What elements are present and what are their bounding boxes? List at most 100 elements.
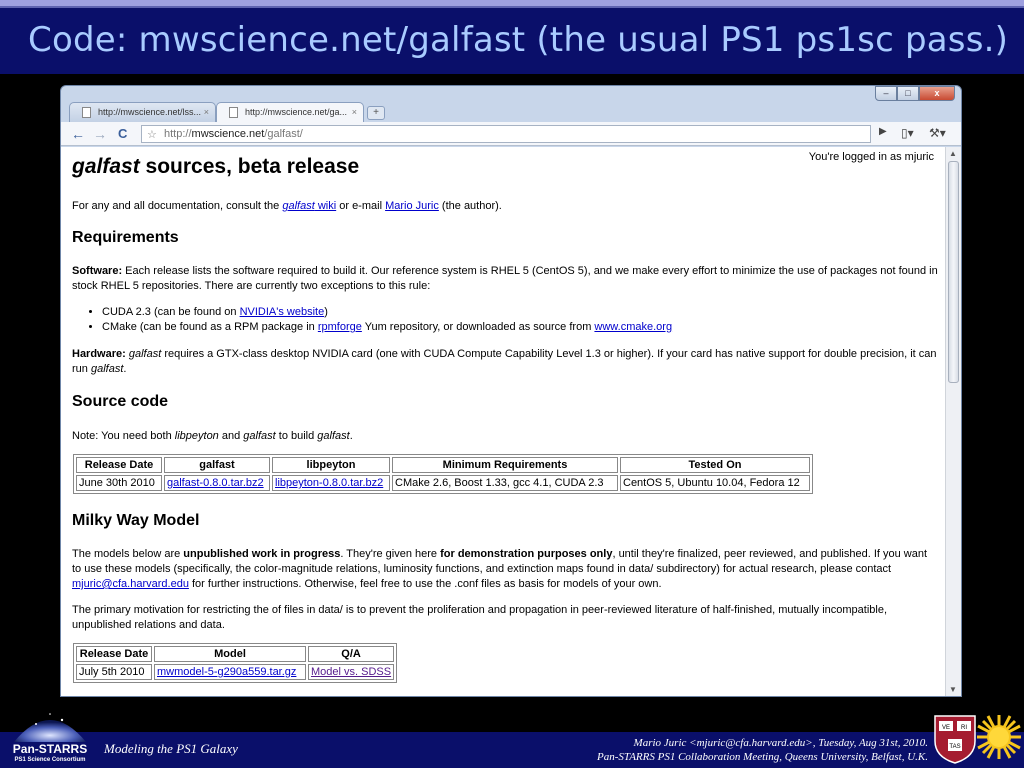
mw-bold: unpublished work in progress (183, 548, 341, 560)
vertical-scrollbar[interactable]: ▲ ▼ (945, 147, 961, 696)
cmake-text: CMake (can be found as a RPM package in (102, 321, 318, 333)
source-table: Release Date galfast libpeyton Minimum R… (73, 454, 813, 494)
column-header: Q/A (308, 646, 395, 662)
tab-galfast[interactable]: http://mwscience.net/ga... × (216, 102, 364, 123)
cuda-text-end: ) (324, 306, 328, 318)
window-controls: – □ x (875, 86, 955, 101)
tab-close-icon[interactable]: × (352, 107, 357, 117)
page-icon (82, 107, 91, 118)
hardware-text-end: . (123, 363, 127, 375)
harvard-shield-icon: VE RI TAS (934, 715, 976, 764)
shield-text: RI (961, 725, 967, 731)
release-date-cell: July 5th 2010 (76, 664, 152, 680)
minimize-button[interactable]: – (875, 86, 897, 101)
maximize-button[interactable]: □ (897, 86, 919, 101)
qa-cell: Model vs. SDSS (308, 664, 395, 680)
model-download-link[interactable]: mwmodel-5-g290a559.tar.gz (157, 666, 296, 678)
contact-email-link[interactable]: mjuric@cfa.harvard.edu (72, 578, 189, 590)
column-header: galfast (164, 457, 270, 473)
hardware-label: Hardware: (72, 348, 126, 360)
logged-in-status: You're logged in as mjuric (808, 151, 934, 163)
hardware-italic: galfast (90, 363, 124, 375)
note-text: to build (275, 430, 318, 442)
source-code-heading: Source code (72, 393, 169, 410)
back-arrow-icon[interactable]: ← (71, 126, 85, 142)
mw-bold: for demonstration purposes only (440, 548, 613, 560)
wiki-link-italic: galfast (282, 200, 315, 212)
page-title: galfast sources, beta release (72, 155, 359, 179)
hardware-text: requires a GTX-class desktop NVIDIA card… (72, 348, 937, 375)
table-row: June 30th 2010 galfast-0.8.0.tar.bz2 lib… (76, 475, 810, 491)
libpeyton-download-link[interactable]: libpeyton-0.8.0.tar.bz2 (275, 477, 383, 489)
tab-close-icon[interactable]: × (204, 107, 209, 117)
intro-paragraph: For any and all documentation, consult t… (72, 199, 938, 214)
page-title-italic: galfast (72, 155, 140, 178)
software-label: Software: (72, 265, 123, 277)
column-header: Minimum Requirements (392, 457, 618, 473)
tested-on-cell: CentOS 5, Ubuntu 10.04, Fedora 12 (620, 475, 810, 491)
cmake-org-link[interactable]: www.cmake.org (594, 321, 672, 333)
close-window-button[interactable]: x (919, 86, 955, 101)
sun-logo-icon (977, 715, 1021, 759)
address-bar[interactable]: ☆ http://mwscience.net/galfast/ (141, 125, 871, 143)
galfast-download-link[interactable]: galfast-0.8.0.tar.bz2 (167, 477, 264, 489)
galfast-download-cell: galfast-0.8.0.tar.bz2 (164, 475, 270, 491)
milky-way-heading: Milky Way Model (72, 512, 200, 529)
url-path: /galfast/ (264, 128, 303, 140)
libpeyton-download-cell: libpeyton-0.8.0.tar.bz2 (272, 475, 390, 491)
logo-subtext: PS1 Science Consortium (14, 757, 85, 763)
url-host: mwscience.net (191, 128, 265, 140)
footer-credits: Mario Juric <mjuric@cfa.harvard.edu>, Tu… (597, 736, 928, 764)
requirements-cell: CMake 2.6, Boost 1.33, gcc 4.1, CUDA 2.3 (392, 475, 618, 491)
requirements-heading: Requirements (72, 229, 179, 246)
tab-label: http://mwscience.net/ga... (245, 107, 348, 117)
wrench-menu-icon[interactable]: ⚒▾ (929, 126, 946, 140)
list-item: CUDA 2.3 (can be found on NVIDIA's websi… (102, 305, 672, 320)
nvidia-link[interactable]: NVIDIA's website (240, 306, 325, 318)
new-tab-button[interactable]: + (367, 106, 385, 120)
cmake-text-mid: Yum repository, or downloaded as source … (361, 321, 595, 333)
model-vs-sdss-link[interactable]: Model vs. SDSS (311, 666, 391, 678)
hardware-italic: galfast (125, 348, 162, 360)
intro-text: (the author). (438, 200, 502, 212)
browser-toolbar: ← → C ☆ http://mwscience.net/galfast/ ▶ … (61, 122, 961, 146)
forward-arrow-icon[interactable]: → (93, 126, 107, 142)
hardware-paragraph: Hardware: galfast requires a GTX-class d… (72, 347, 938, 377)
scroll-thumb[interactable] (948, 161, 959, 383)
reload-icon[interactable]: C (118, 126, 127, 142)
column-header: Model (154, 646, 306, 662)
shield-text: TAS (949, 744, 960, 750)
go-arrow-icon[interactable]: ▶ (879, 126, 887, 137)
pan-starrs-logo: Pan-STARRS PS1 Science Consortium (13, 713, 87, 763)
tab-strip: http://mwscience.net/lss... × http://mws… (61, 100, 961, 123)
list-item: CMake (can be found as a RPM package in … (102, 320, 672, 335)
mw-text: for further instructions. Otherwise, fee… (188, 578, 662, 590)
column-header: Release Date (76, 646, 152, 662)
footer-credits-line1: Mario Juric <mjuric@cfa.harvard.edu>, Tu… (633, 737, 928, 749)
model-download-cell: mwmodel-5-g290a559.tar.gz (154, 664, 306, 680)
milky-way-paragraph: The models below are unpublished work in… (72, 547, 938, 592)
model-table: Release Date Model Q/A July 5th 2010 mwm… (73, 643, 398, 683)
note-italic: galfast (317, 430, 350, 442)
shield-text: VE (942, 725, 950, 731)
scroll-up-arrow-icon[interactable]: ▲ (949, 149, 957, 158)
bookmark-star-icon[interactable]: ☆ (147, 127, 157, 143)
table-header-row: Release Date Model Q/A (76, 646, 395, 662)
wiki-link[interactable]: galfast wiki (282, 200, 336, 212)
rpmforge-link[interactable]: rpmforge (318, 321, 362, 333)
mw-text: The models below are (72, 548, 184, 560)
note-italic: libpeyton (174, 430, 219, 442)
slide-title: Code: mwscience.net/galfast (the usual P… (28, 20, 1009, 60)
mw-text: . They're given here (340, 548, 441, 560)
logo-text: Pan-STARRS (13, 742, 87, 756)
motivation-paragraph: The primary motivation for restricting t… (72, 604, 888, 631)
page-menu-icon[interactable]: ▯▾ (901, 126, 914, 140)
wiki-link-rest: wiki (314, 200, 337, 212)
author-link[interactable]: Mario Juric (385, 200, 439, 212)
url-scheme: http:// (164, 128, 192, 140)
scroll-down-arrow-icon[interactable]: ▼ (949, 685, 957, 694)
tab-lss[interactable]: http://mwscience.net/lss... × (69, 102, 216, 122)
tab-label: http://mwscience.net/lss... (98, 107, 202, 117)
note-text: Note: You need both (72, 430, 175, 442)
intro-text: For any and all documentation, consult t… (72, 200, 283, 212)
